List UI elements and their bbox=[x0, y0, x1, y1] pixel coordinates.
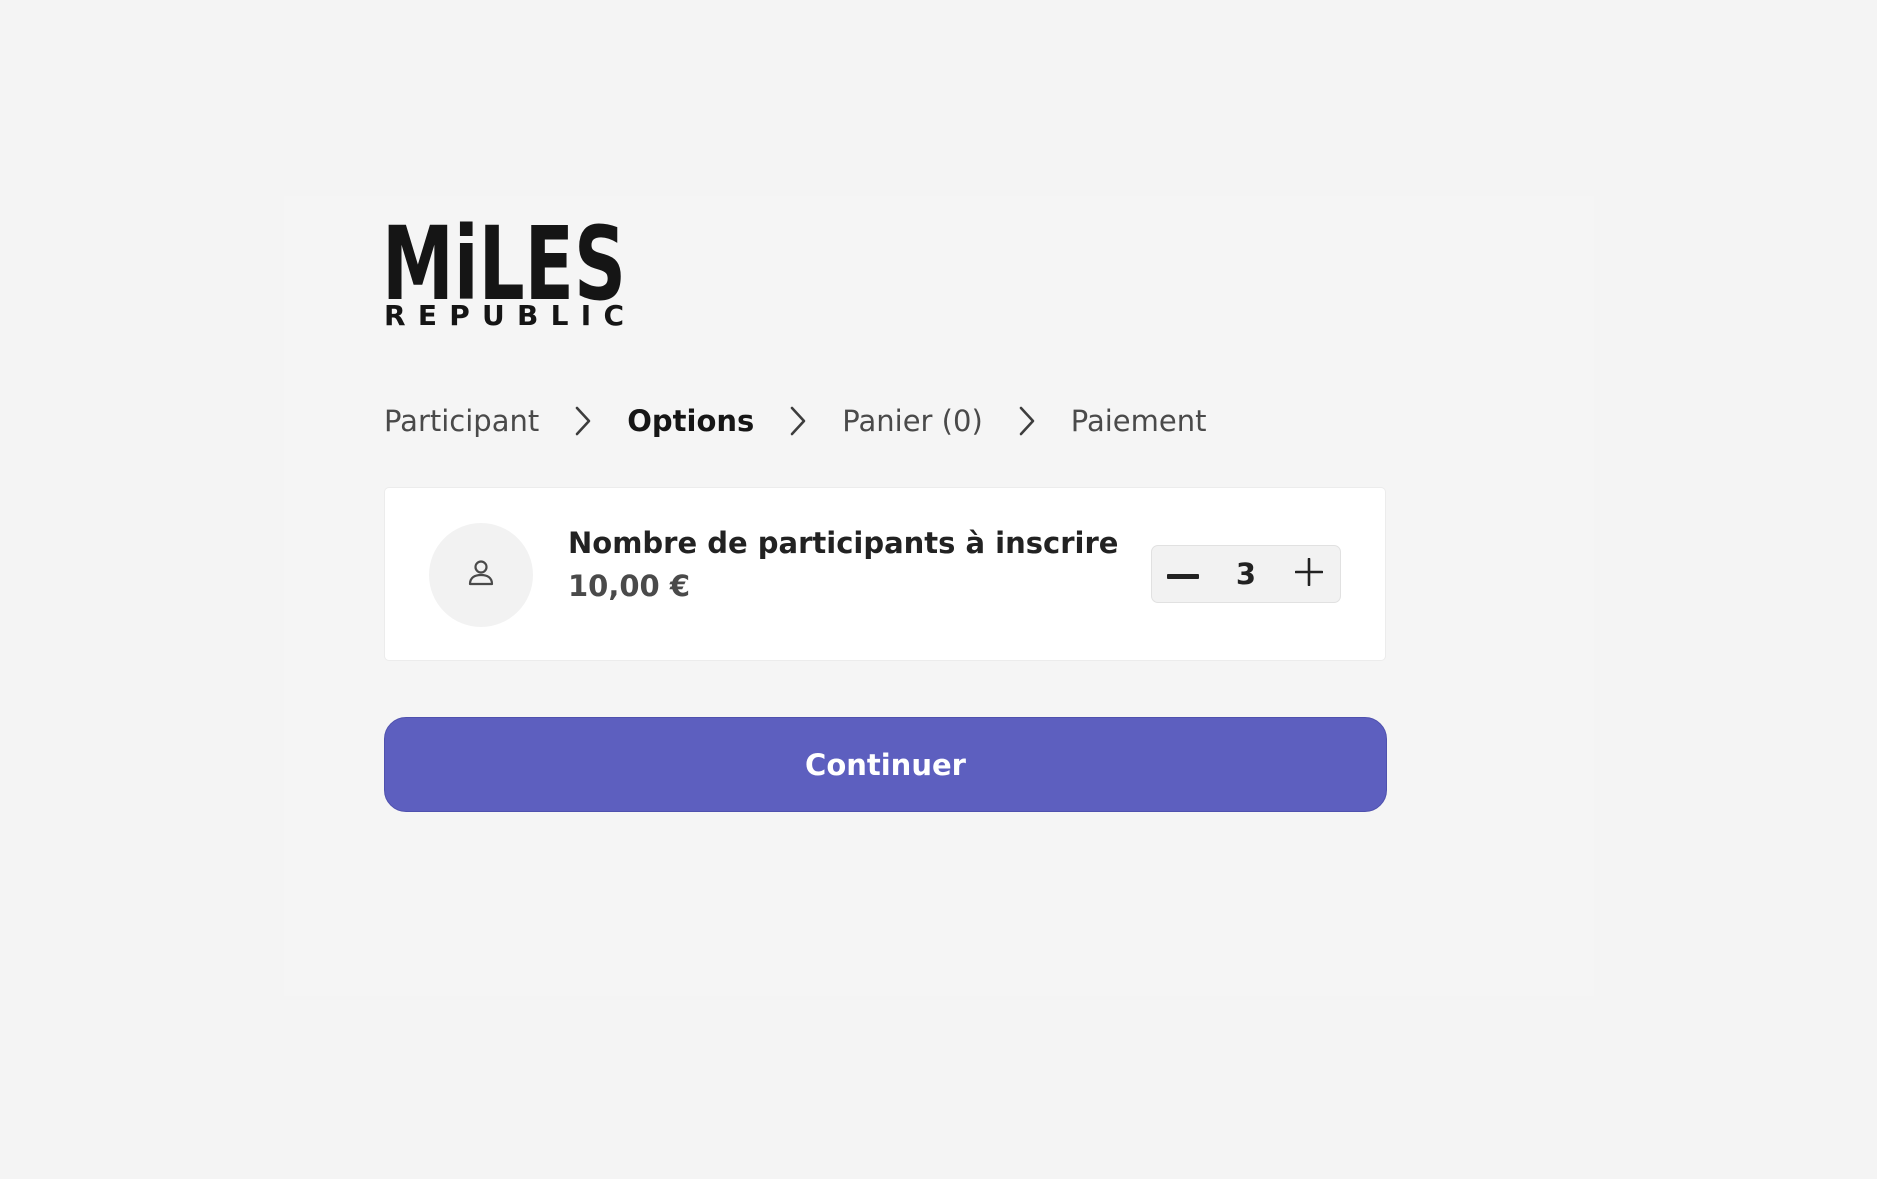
quantity-stepper: 3 bbox=[1151, 545, 1341, 603]
option-title: Nombre de participants à inscrire bbox=[568, 526, 1119, 560]
continue-button[interactable]: Continuer bbox=[384, 717, 1387, 812]
quantity-value[interactable]: 3 bbox=[1221, 557, 1271, 591]
chevron-right-icon bbox=[539, 398, 627, 444]
participants-option-card: Nombre de participants à inscrire 10,00 … bbox=[385, 488, 1385, 660]
chevron-right-icon bbox=[983, 398, 1071, 444]
minus-icon bbox=[1167, 565, 1199, 584]
chevron-right-icon bbox=[754, 398, 842, 444]
increment-button[interactable] bbox=[1278, 546, 1340, 602]
option-price: 10,00 € bbox=[568, 569, 691, 603]
checkout-steps: Participant Options Panier (0) Paiement bbox=[384, 398, 1206, 444]
decrement-button[interactable] bbox=[1152, 546, 1214, 602]
step-cart[interactable]: Panier (0) bbox=[842, 404, 982, 438]
step-payment[interactable]: Paiement bbox=[1071, 404, 1207, 438]
user-icon bbox=[465, 557, 497, 593]
svg-text:REPUBLIC: REPUBLIC bbox=[384, 299, 624, 327]
step-options[interactable]: Options bbox=[627, 404, 755, 442]
logo-mark: MiLES REPUBLIC bbox=[384, 215, 624, 327]
step-participant[interactable]: Participant bbox=[384, 404, 539, 438]
miles-republic-logo[interactable]: MiLES REPUBLIC bbox=[384, 215, 624, 327]
avatar bbox=[429, 523, 533, 627]
plus-icon bbox=[1294, 557, 1324, 590]
